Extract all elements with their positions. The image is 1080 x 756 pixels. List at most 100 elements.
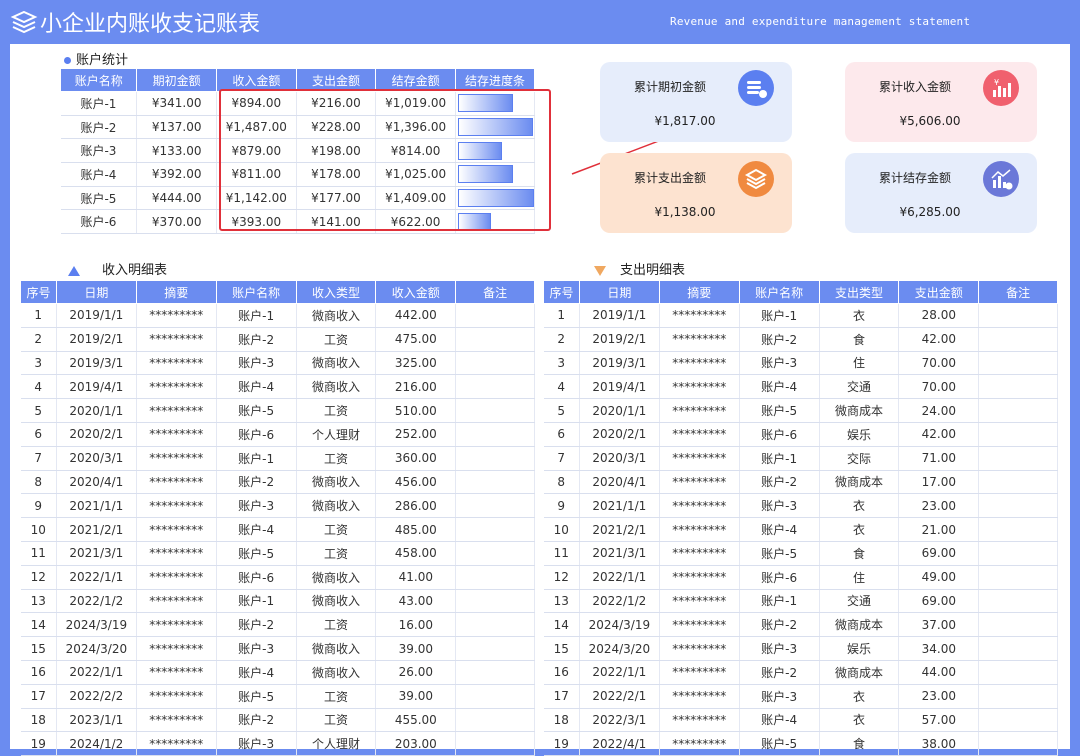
column-header: 序号 [20, 280, 57, 304]
income-cell: 2020/4/1 [56, 470, 137, 495]
income-cell: ********* [136, 470, 217, 495]
summary-card-value: ¥6,285.00 [899, 205, 961, 219]
triangle-down-icon [594, 265, 606, 276]
income-cell: 个人理财 [296, 731, 377, 756]
income-cell [455, 374, 535, 400]
expense-cell: 衣 [819, 303, 900, 328]
expense-cell: 2022/1/1 [579, 660, 660, 685]
expense-cell: 食 [819, 327, 900, 352]
expense-cell: 交通 [819, 589, 900, 614]
account-cell-name: 账户-1 [60, 91, 138, 116]
income-cell [455, 636, 535, 661]
expense-cell: 2024/3/19 [579, 612, 660, 638]
income-cell: 475.00 [375, 327, 457, 352]
balance-chart-icon [983, 161, 1019, 197]
account-cell-name: 账户-2 [60, 115, 138, 140]
income-cell: 4 [20, 374, 57, 400]
expense-cell: 70.00 [898, 374, 980, 400]
income-cell: 510.00 [375, 398, 457, 423]
expense-cell [978, 541, 1058, 566]
expense-cell: 账户-3 [739, 684, 820, 709]
expense-cell: ********* [659, 493, 740, 519]
expense-cell [978, 684, 1058, 709]
income-cell: 账户-4 [216, 374, 297, 400]
expense-cell: 5 [543, 398, 580, 423]
expense-cell [978, 374, 1058, 400]
income-cell: ********* [136, 589, 217, 614]
income-cell: 账户-2 [216, 470, 297, 495]
income-cell [455, 422, 535, 447]
income-cell: 41.00 [375, 565, 457, 590]
income-cell: 8 [20, 470, 57, 495]
income-cell: 账户-5 [216, 684, 297, 709]
income-cell: 13 [20, 589, 57, 614]
column-header: 摘要 [135, 280, 217, 304]
expense-cell: 2024/3/20 [579, 636, 660, 661]
expense-cell: ********* [659, 351, 740, 376]
income-cell: 26.00 [375, 660, 457, 685]
expense-cell: ********* [659, 565, 740, 590]
summary-card: 累计结存金额 ¥6,285.00 [845, 153, 1037, 233]
income-row: 7 2020/3/1 ********* 账户-1 工资 360.00 [20, 446, 535, 471]
triangle-up-icon [68, 265, 80, 276]
expense-cell: 2020/1/1 [579, 398, 660, 423]
expense-cell: ********* [659, 398, 740, 423]
expense-cell: 娱乐 [819, 636, 900, 661]
expense-cell: ********* [659, 517, 740, 542]
income-cell: 360.00 [375, 446, 457, 471]
income-cell: ********* [136, 351, 217, 376]
income-row: 11 2021/3/1 ********* 账户-5 工资 458.00 [20, 541, 535, 566]
income-cell: 工资 [296, 398, 377, 423]
account-cell-name: 账户-3 [60, 138, 138, 164]
income-cell: 5 [20, 398, 57, 423]
expense-cell: 38.00 [898, 731, 980, 756]
expense-cell: 57.00 [898, 708, 980, 733]
expense-row: 5 2020/1/1 ********* 账户-5 微商成本 24.00 [543, 398, 1058, 423]
income-cell: 2020/2/1 [56, 422, 137, 447]
income-cell: 微商收入 [296, 565, 377, 590]
layers-icon [738, 161, 774, 197]
income-row: 2 2019/2/1 ********* 账户-2 工资 475.00 [20, 327, 535, 352]
income-row: 19 2024/1/2 ********* 账户-3 个人理财 203.00 [20, 731, 535, 756]
income-cell: 2024/1/2 [56, 731, 137, 756]
account-section-title: 账户统计 [64, 49, 128, 68]
income-cell [455, 303, 535, 328]
expense-row: 19 2022/4/1 ********* 账户-5 食 38.00 [543, 731, 1058, 756]
expense-cell [978, 565, 1058, 590]
income-cell: 工资 [296, 684, 377, 709]
income-cell: 12 [20, 565, 57, 590]
income-cell: 455.00 [375, 708, 457, 733]
income-cell [455, 565, 535, 590]
income-cell: 工资 [296, 517, 377, 542]
account-cell-name: 账户-4 [60, 162, 138, 187]
column-header: 摘要 [658, 280, 740, 304]
expense-cell: 账户-3 [739, 636, 820, 661]
expense-row: 17 2022/2/1 ********* 账户-3 衣 23.00 [543, 684, 1058, 709]
expense-cell: 4 [543, 374, 580, 400]
expense-cell: 44.00 [898, 660, 980, 685]
income-cell: ********* [136, 636, 217, 661]
expense-cell: ********* [659, 660, 740, 685]
expense-cell: 2 [543, 327, 580, 352]
expense-cell: 15 [543, 636, 580, 661]
expense-cell: 42.00 [898, 422, 980, 447]
expense-cell: 2021/3/1 [579, 541, 660, 566]
page-title: 小企业内账收支记账表 [40, 12, 261, 37]
expense-row: 7 2020/3/1 ********* 账户-1 交际 71.00 [543, 446, 1058, 471]
income-cell: 工资 [296, 708, 377, 733]
expense-cell: 账户-2 [739, 327, 820, 352]
column-header: 收入金额 [375, 280, 457, 304]
account-cell-name: 账户-5 [60, 186, 138, 211]
income-cell: ********* [136, 374, 217, 400]
expense-row: 1 2019/1/1 ********* 账户-1 衣 28.00 [543, 303, 1058, 328]
income-cell: 325.00 [375, 351, 457, 376]
income-cell: 2 [20, 327, 57, 352]
income-cell: 微商收入 [296, 493, 377, 519]
income-cell: 账户-3 [216, 493, 297, 519]
income-cell: 39.00 [375, 684, 457, 709]
expense-cell: 2019/2/1 [579, 327, 660, 352]
expense-row: 14 2024/3/19 ********* 账户-2 微商成本 37.00 [543, 612, 1058, 638]
expense-cell: 2020/3/1 [579, 446, 660, 471]
expense-cell: ********* [659, 446, 740, 471]
income-cell: 17 [20, 684, 57, 709]
